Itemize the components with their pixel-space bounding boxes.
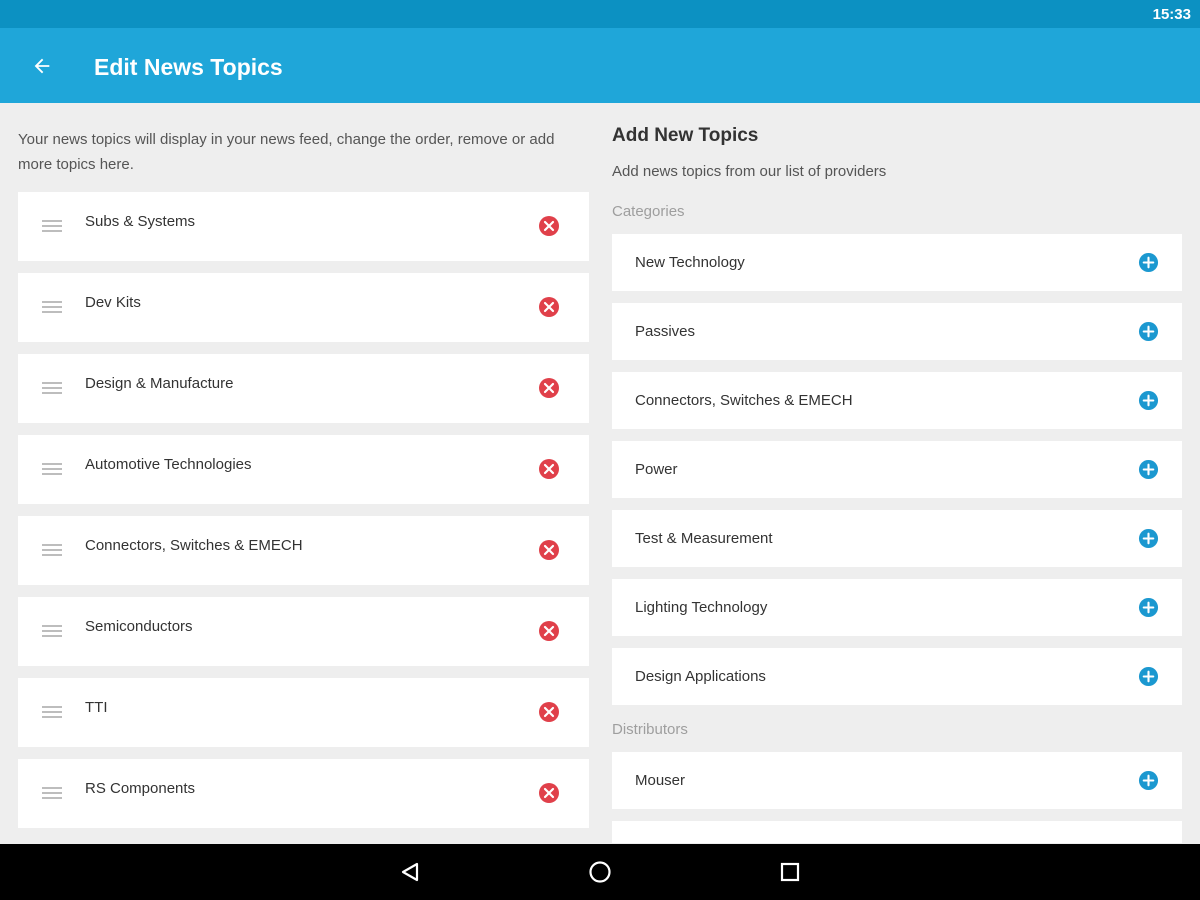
back-button[interactable] [22,46,62,86]
add-topic-icon[interactable] [1138,528,1159,549]
back-triangle-icon [401,862,419,882]
category-row[interactable]: Power [612,441,1182,498]
system-nav-bar [0,844,1200,900]
drag-handle-icon[interactable] [42,544,62,556]
topic-label: Automotive Technologies [85,456,252,473]
arrow-back-icon [34,58,50,74]
add-topic-icon[interactable] [1138,666,1159,687]
add-topic-icon[interactable] [1138,252,1159,273]
topic-row[interactable]: Dev Kits [18,273,589,342]
nav-recents-button[interactable] [776,858,804,886]
add-topics-description: Add news topics from our list of provide… [612,163,887,180]
home-circle-icon [589,861,611,883]
category-label: Test & Measurement [635,530,773,547]
category-row[interactable]: Lighting Technology [612,579,1182,636]
category-label: New Technology [635,254,745,271]
drag-handle-icon[interactable] [42,382,62,394]
page-title: Edit News Topics [94,54,283,80]
distributor-label: Mouser [635,772,686,789]
topic-label: Dev Kits [85,294,141,311]
category-label: Connectors, Switches & EMECH [635,392,853,409]
category-label: Lighting Technology [635,599,768,616]
categories-section-label: Categories [612,203,685,220]
topics-description: Your news topics will display in your ne… [18,131,555,173]
my-topics-panel: Your news topics will display in your ne… [18,103,589,843]
topic-label: RS Components [85,780,196,797]
add-topic-icon[interactable] [1138,390,1159,411]
remove-topic-icon[interactable] [538,620,560,642]
topic-label: Connectors, Switches & EMECH [85,537,303,554]
status-time: 15:33 [1152,6,1191,23]
drag-handle-icon[interactable] [42,706,62,718]
topic-row[interactable]: Semiconductors [18,597,589,666]
category-row[interactable]: New Technology [612,234,1182,291]
distributors-section-label: Distributors [612,721,688,738]
distributor-row-partial[interactable] [612,821,1182,843]
category-label: Power [635,461,678,478]
topic-label: Subs & Systems [85,213,196,230]
category-row[interactable]: Passives [612,303,1182,360]
category-label: Passives [635,323,696,340]
add-topic-icon[interactable] [1138,770,1159,791]
topic-row[interactable]: RS Components [18,759,589,828]
add-topic-icon[interactable] [1138,321,1159,342]
distributor-row[interactable]: Mouser [612,752,1182,809]
nav-home-button[interactable] [586,858,614,886]
topic-row[interactable]: Automotive Technologies [18,435,589,504]
category-row[interactable]: Connectors, Switches & EMECH [612,372,1182,429]
remove-topic-icon[interactable] [538,377,560,399]
category-row[interactable]: Test & Measurement [612,510,1182,567]
app-bar: Edit News Topics [0,28,1200,103]
remove-topic-icon[interactable] [538,782,560,804]
status-bar: 15:33 [0,0,1200,28]
drag-handle-icon[interactable] [42,787,62,799]
drag-handle-icon[interactable] [42,625,62,637]
remove-topic-icon[interactable] [538,701,560,723]
topic-row[interactable]: TTI [18,678,589,747]
topic-row[interactable]: Design & Manufacture [18,354,589,423]
category-label: Design Applications [635,668,766,685]
topic-label: Design & Manufacture [85,375,234,392]
topics-list: Subs & Systems Dev Kits Design & Manufac… [18,192,589,840]
topic-row[interactable]: Subs & Systems [18,192,589,261]
remove-topic-icon[interactable] [538,458,560,480]
add-topics-panel: Add New Topics Add news topics from our … [612,103,1182,843]
add-topics-title: Add New Topics [612,125,759,146]
nav-back-button[interactable] [396,858,424,886]
drag-handle-icon[interactable] [42,220,62,232]
category-row[interactable]: Design Applications [612,648,1182,705]
topic-label: TTI [85,699,108,716]
remove-topic-icon[interactable] [538,215,560,237]
remove-topic-icon[interactable] [538,539,560,561]
add-topic-icon[interactable] [1138,459,1159,480]
add-topic-icon[interactable] [1138,597,1159,618]
topic-row[interactable]: Connectors, Switches & EMECH [18,516,589,585]
remove-topic-icon[interactable] [538,296,560,318]
drag-handle-icon[interactable] [42,463,62,475]
topic-label: Semiconductors [85,618,193,635]
drag-handle-icon[interactable] [42,301,62,313]
recents-square-icon [780,862,800,882]
